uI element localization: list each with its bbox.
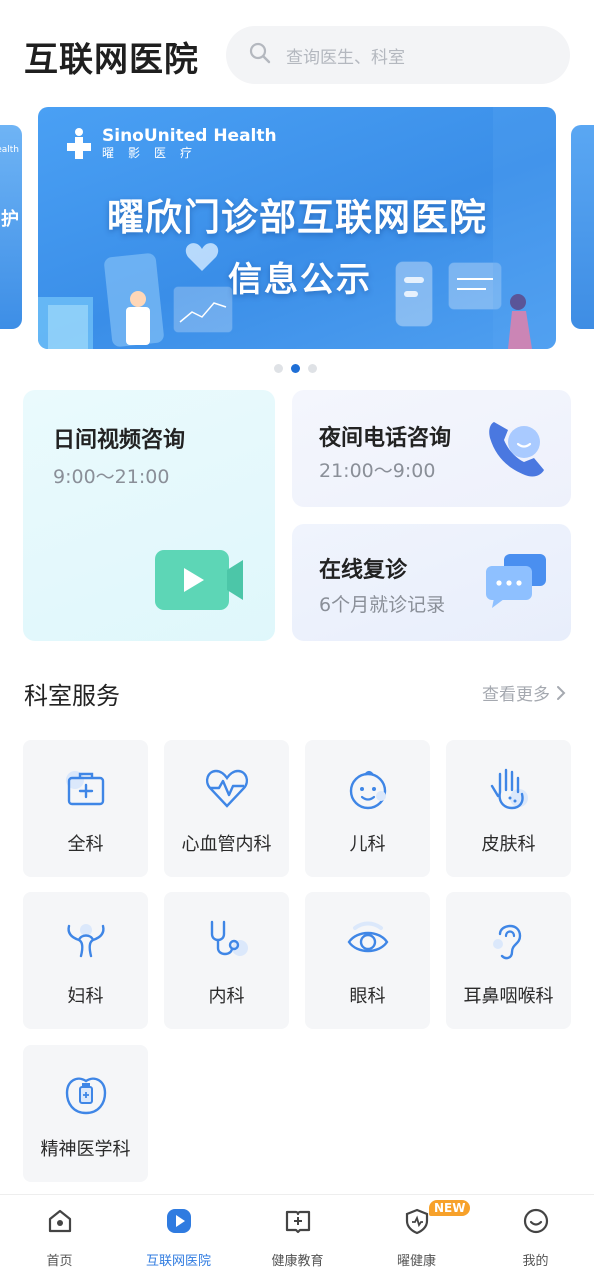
tab-label: 我的 [522, 1254, 549, 1269]
bottom-tab-bar: 首页 互联网医院 健康教育 NEW 曜健康 我的 [0, 1194, 594, 1280]
dept-pediatrics[interactable]: 儿科 [305, 740, 430, 877]
dept-ent[interactable]: 耳鼻咽喉科 [446, 892, 571, 1029]
tab-label: 互联网医院 [145, 1254, 211, 1269]
prev-slide-text: ealth [0, 145, 19, 155]
uterus-icon [67, 924, 105, 958]
banner-next-slide[interactable] [571, 125, 594, 329]
dept-ophthalmology[interactable]: 眼科 [305, 892, 430, 1029]
hand-skin-icon [490, 768, 528, 810]
online-revisit-card[interactable]: 在线复诊 6个月就诊记录 [292, 524, 571, 641]
tab-label: 首页 [46, 1254, 73, 1269]
revisit-title: 在线复诊 [319, 558, 408, 583]
prev-slide-char: 护 [1, 209, 19, 230]
brand-logo-block: SinoUnited Health 曜影医疗 [64, 127, 277, 161]
day-consult-title: 日间视频咨询 [53, 428, 186, 453]
tab-label: 曜健康 [396, 1254, 436, 1269]
search-bar[interactable]: 查询医生、科室 [226, 26, 570, 84]
dept-label: 心血管内科 [181, 834, 272, 855]
dept-label: 妇科 [67, 986, 104, 1007]
carousel-indicator [274, 364, 317, 373]
carousel-dot[interactable] [274, 364, 283, 373]
dept-psychiatry[interactable]: 精神医学科 [23, 1045, 148, 1182]
video-camera-icon [155, 550, 243, 610]
heartbeat-icon [205, 769, 249, 808]
dept-cardiology[interactable]: 心血管内科 [164, 740, 289, 877]
tab-home[interactable]: 首页 [0, 1195, 119, 1280]
night-consult-title: 夜间电话咨询 [319, 426, 452, 451]
dept-label: 耳鼻咽喉科 [463, 986, 554, 1007]
revisit-desc: 6个月就诊记录 [319, 594, 446, 616]
new-badge: NEW [429, 1200, 471, 1216]
shield-icon [405, 1208, 429, 1235]
search-icon [248, 41, 272, 69]
chat-bubbles-icon [486, 554, 546, 608]
dept-general[interactable]: 全科 [23, 740, 148, 877]
night-phone-consult-card[interactable]: 夜间电话咨询 21:00～9:00 [292, 390, 571, 507]
carousel-dot[interactable] [308, 364, 317, 373]
view-more-link[interactable]: 查看更多 [482, 680, 566, 705]
baby-face-icon [349, 770, 387, 810]
banner-title: 曜欣门诊部互联网医院 [107, 196, 487, 239]
carousel-dot-active[interactable] [291, 364, 300, 373]
dept-label: 精神医学科 [40, 1139, 131, 1160]
mind-pill-icon [65, 1077, 107, 1115]
dept-label: 内科 [208, 986, 245, 1007]
brand-name-cn: 曜影医疗 [102, 146, 207, 160]
play-hospital-icon [167, 1209, 191, 1233]
dept-label: 儿科 [349, 834, 386, 855]
night-consult-hours: 21:00～9:00 [319, 460, 436, 482]
dept-gynecology[interactable]: 妇科 [23, 892, 148, 1029]
header: 互联网医院 查询医生、科室 [0, 0, 594, 104]
tab-health-education[interactable]: 健康教育 [238, 1195, 357, 1280]
tab-me[interactable]: 我的 [476, 1195, 594, 1280]
phone-icon [489, 422, 544, 477]
ear-icon [493, 924, 522, 960]
view-more-label: 查看更多 [482, 685, 550, 705]
tab-internet-hospital[interactable]: 互联网医院 [119, 1195, 238, 1280]
app-screen: 互联网医院 查询医生、科室 ealth 护 [0, 0, 594, 1280]
dept-label: 皮肤科 [481, 834, 536, 855]
banner-prev-slide[interactable]: ealth 护 [0, 125, 22, 329]
banner-slide[interactable]: SinoUnited Health 曜影医疗 曜欣门诊部互联网医院 信息公示 [38, 107, 556, 349]
search-placeholder: 查询医生、科室 [286, 47, 405, 68]
dept-label: 眼科 [349, 986, 386, 1007]
banner-subtitle: 信息公示 [228, 260, 372, 300]
stethoscope-icon [210, 920, 248, 956]
chevron-right-icon [557, 685, 566, 700]
medical-kit-icon [66, 771, 105, 806]
day-consult-hours: 9:00～21:00 [53, 466, 170, 488]
section-title-departments: 科室服务 [24, 682, 120, 710]
dept-dermatology[interactable]: 皮肤科 [446, 740, 571, 877]
page-title: 互联网医院 [24, 40, 199, 80]
dept-label: 全科 [67, 834, 104, 855]
tab-label: 健康教育 [271, 1254, 324, 1269]
brand-logo-icon [67, 128, 91, 159]
book-icon [285, 1210, 311, 1234]
dept-internal-medicine[interactable]: 内科 [164, 892, 289, 1029]
brand-name-en: SinoUnited Health [102, 126, 277, 146]
home-icon [48, 1209, 72, 1233]
day-video-consult-card[interactable]: 日间视频咨询 9:00～21:00 [23, 390, 275, 641]
tab-yao-health[interactable]: NEW 曜健康 [357, 1195, 476, 1280]
eye-icon [347, 921, 389, 953]
smile-icon [523, 1208, 549, 1234]
